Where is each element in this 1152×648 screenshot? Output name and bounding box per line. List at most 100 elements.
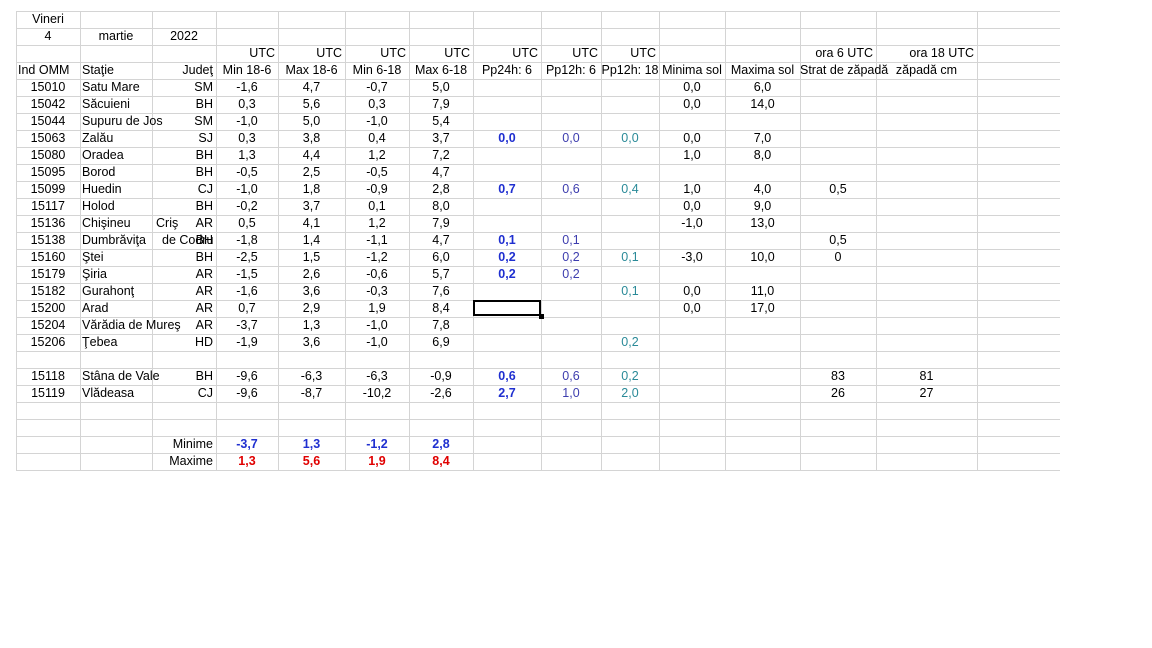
county-cell: AR	[195, 318, 213, 332]
value-cell: -1,0	[681, 216, 703, 230]
value-cell: 0,0	[683, 131, 701, 145]
value-cell: 0,1	[498, 233, 516, 247]
station-id-cell: 15119	[31, 386, 65, 400]
value-cell: 1,8	[302, 182, 321, 196]
value-cell: 4,0	[753, 182, 772, 196]
value-cell: 3,7	[302, 199, 321, 213]
value-cell: -1,6	[236, 284, 258, 298]
station-name-cell: Zalău	[82, 131, 114, 145]
minime-value: -3,7	[236, 437, 258, 451]
station-id-cell: 15080	[30, 148, 66, 162]
value-cell: 0,0	[498, 131, 516, 145]
column-header: Min 18-6	[222, 63, 272, 77]
station-name-cell: Gurahonţ	[82, 284, 135, 298]
value-cell: 0,6	[562, 369, 580, 383]
station-name-cell: Oradea	[82, 148, 124, 162]
value-cell: 0,0	[621, 131, 639, 145]
fill-handle[interactable]	[539, 314, 544, 319]
selected-cell[interactable]	[473, 300, 541, 316]
county-cell: BH	[195, 165, 213, 179]
county-cell: BH	[195, 250, 213, 264]
station-id-cell: 15044	[30, 114, 66, 128]
value-cell: -1,0	[366, 114, 388, 128]
spreadsheet-grid[interactable]: Vineri 4 martie 2022 UTC UTC UTC UTC UTC UTC UTC or…	[0, 0, 1060, 471]
value-cell: 7,9	[432, 97, 450, 111]
value-cell: 0,7	[238, 301, 256, 315]
station-id-cell: 15042	[30, 97, 66, 111]
minime-value: 2,8	[432, 437, 450, 451]
column-top-header: UTC	[572, 46, 598, 60]
column-header: Min 6-18	[352, 63, 402, 77]
county-cell: CJ	[197, 182, 213, 196]
value-cell: -1,0	[236, 114, 258, 128]
value-cell: 2,9	[302, 301, 321, 315]
date-month-cell: martie	[98, 29, 134, 43]
value-cell: 1,5	[302, 250, 321, 264]
value-cell: 6,9	[432, 335, 450, 349]
station-id-cell: 15095	[30, 165, 66, 179]
value-cell: 0,2	[498, 250, 516, 264]
value-cell: 0,4	[368, 131, 386, 145]
column-header: Maxima sol	[730, 63, 795, 77]
value-cell: -0,2	[236, 199, 258, 213]
value-cell: 10,0	[750, 250, 775, 264]
value-cell: -10,2	[362, 386, 392, 400]
station-id-cell: 15118	[31, 369, 65, 383]
county-cell: AR	[195, 284, 213, 298]
station-name-cell: Săcuieni	[82, 97, 130, 111]
value-cell: 0,3	[238, 131, 256, 145]
station-id-cell: 15179	[30, 267, 66, 281]
value-cell: 0,1	[621, 284, 639, 298]
minime-value: -1,2	[366, 437, 388, 451]
value-cell: 0	[834, 250, 842, 264]
value-cell: -1,1	[366, 233, 388, 247]
station-name-cell: Satu Mare	[82, 80, 140, 94]
minime-label: Minime	[172, 437, 213, 451]
value-cell: 0,5	[829, 182, 847, 196]
value-cell: 4,4	[302, 148, 321, 162]
value-cell: 1,0	[683, 148, 701, 162]
minime-value: 1,3	[302, 437, 321, 451]
value-cell: 1,3	[238, 148, 256, 162]
value-cell: 7,6	[432, 284, 450, 298]
county-cell: BH	[195, 97, 213, 111]
county-cell: BH	[195, 148, 213, 162]
column-top-header: ora 6 UTC	[815, 46, 873, 60]
station-name-cell: Vărădia de Mureş	[82, 318, 181, 332]
value-cell: 8,4	[432, 301, 450, 315]
county-cell: CJ	[197, 386, 213, 400]
value-cell: -8,7	[300, 386, 323, 400]
value-cell: -0,9	[366, 182, 388, 196]
value-cell: -3,0	[681, 250, 703, 264]
value-cell: -1,9	[236, 335, 258, 349]
maxime-value: 1,9	[368, 454, 386, 468]
value-cell: 5,0	[432, 80, 450, 94]
value-cell: 0,0	[683, 284, 701, 298]
station-name-extra: Criş	[156, 216, 179, 230]
value-cell: 6,0	[432, 250, 450, 264]
value-cell: 0,4	[621, 182, 639, 196]
value-cell: 0,6	[498, 369, 516, 383]
value-cell: 4,1	[302, 216, 321, 230]
station-id-cell: 15117	[31, 199, 65, 213]
station-name-cell: Holod	[82, 199, 115, 213]
value-cell: -0,9	[430, 369, 452, 383]
station-name-cell: Supuru de Jos	[82, 114, 163, 128]
value-cell: -2,6	[430, 386, 452, 400]
value-cell: -1,6	[236, 80, 258, 94]
column-top-header: UTC	[249, 46, 275, 60]
value-cell: 0,2	[498, 267, 516, 281]
value-cell: -3,7	[236, 318, 258, 332]
column-top-header: UTC	[380, 46, 406, 60]
value-cell: 1,4	[302, 233, 321, 247]
station-name-cell: Şiria	[82, 267, 108, 281]
value-cell: 3,7	[432, 131, 450, 145]
value-cell: 2,8	[432, 182, 450, 196]
column-header: Max 18-6	[285, 63, 338, 77]
value-cell: 3,8	[302, 131, 321, 145]
column-header: Pp24h: 6	[481, 63, 533, 77]
station-name-cell: Chişineu	[82, 216, 131, 230]
maxime-value: 5,6	[302, 454, 321, 468]
station-id-cell: 15204	[30, 318, 66, 332]
value-cell: -9,6	[236, 386, 258, 400]
